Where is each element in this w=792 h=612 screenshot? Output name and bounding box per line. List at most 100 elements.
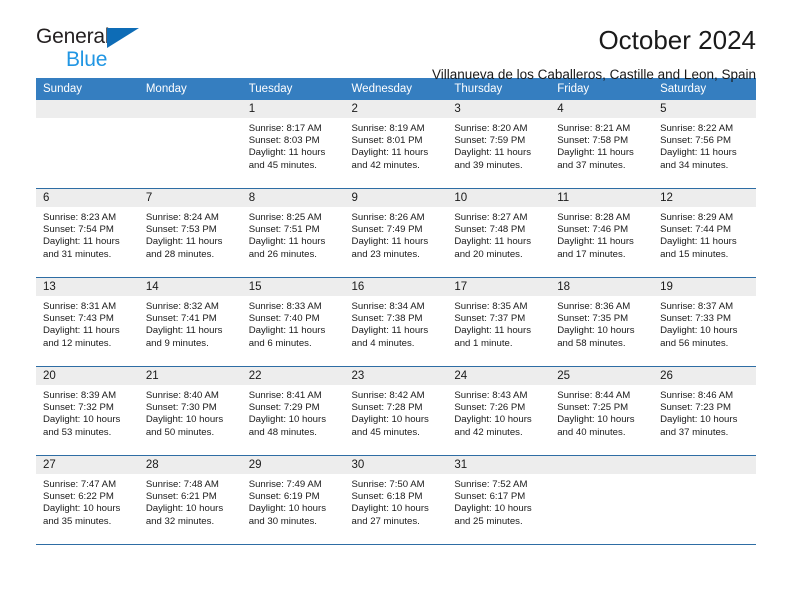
day-cell[interactable]: 12 Sunrise: 8:29 AM Sunset: 7:44 PM Dayligh… (653, 188, 756, 278)
sunrise-text: Sunrise: 8:44 AM (557, 390, 631, 401)
day-cell[interactable]: 13 Sunrise: 8:31 AM Sunset: 7:43 PM Dayligh… (36, 277, 139, 367)
sunrise-text: Sunrise: 8:28 AM (557, 212, 631, 223)
sunset-text: Sunset: 7:30 PM (145, 402, 217, 414)
sunset-text: Sunset: 7:46 PM (557, 224, 629, 236)
day-details: Sunrise: 8:28 AM Sunset: 7:46 PM Daylight:… (550, 207, 653, 261)
day-details: Sunrise: 8:22 AM Sunset: 7:56 PM Daylight:… (653, 118, 756, 172)
day-cell[interactable] (653, 455, 756, 545)
sunset-text: Sunset: 7:40 PM (248, 313, 320, 325)
day-number: 24 (447, 367, 551, 385)
day-number: 1 (241, 100, 345, 118)
sunrise-text: Sunrise: 8:37 AM (660, 301, 734, 312)
day-cell[interactable]: 10 Sunrise: 8:27 AM Sunset: 7:48 PM Dayligh… (447, 188, 551, 278)
day-details: Sunrise: 8:32 AM Sunset: 7:41 PM Daylight:… (139, 296, 242, 350)
day-cell[interactable]: 17 Sunrise: 8:35 AM Sunset: 7:37 PM Dayligh… (447, 277, 551, 367)
day-number: 18 (550, 278, 654, 296)
day-cell[interactable]: 16 Sunrise: 8:34 AM Sunset: 7:38 PM Dayligh… (344, 277, 448, 367)
day-cell[interactable]: 23 Sunrise: 8:42 AM Sunset: 7:28 PM Dayligh… (344, 366, 448, 456)
sunrise-text: Sunrise: 8:23 AM (43, 212, 117, 223)
calendar-week-row: 6 Sunrise: 8:23 AM Sunset: 7:54 PM Daylight… (36, 188, 756, 278)
day-number: 19 (653, 278, 756, 296)
day-number: 7 (138, 189, 242, 207)
day-details: Sunrise: 8:39 AM Sunset: 7:32 PM Daylight:… (36, 385, 139, 439)
day-cell[interactable]: 5 Sunrise: 8:22 AM Sunset: 7:56 PM Daylight… (653, 100, 756, 189)
sunset-text: Sunset: 7:38 PM (351, 313, 423, 325)
day-cell[interactable]: 22 Sunrise: 8:41 AM Sunset: 7:29 PM Dayligh… (241, 366, 345, 456)
daylight-text: Daylight: 11 hours and 31 minutes. (43, 236, 120, 260)
day-cell[interactable]: 15 Sunrise: 8:33 AM Sunset: 7:40 PM Dayligh… (241, 277, 345, 367)
day-cell[interactable]: 31 Sunrise: 7:52 AM Sunset: 6:17 PM Dayligh… (447, 455, 551, 545)
day-cell[interactable]: 2 Sunrise: 8:19 AM Sunset: 8:01 PM Daylight… (344, 100, 448, 189)
sunset-text: Sunset: 7:44 PM (660, 224, 731, 236)
day-cell[interactable]: 7 Sunrise: 8:24 AM Sunset: 7:53 PM Daylight… (138, 188, 242, 278)
day-cell[interactable]: 9 Sunrise: 8:26 AM Sunset: 7:49 PM Daylight… (344, 188, 448, 278)
day-cell[interactable]: 21 Sunrise: 8:40 AM Sunset: 7:30 PM Dayligh… (138, 366, 242, 456)
day-cell[interactable]: 26 Sunrise: 8:46 AM Sunset: 7:23 PM Dayligh… (653, 366, 756, 456)
sunrise-text: Sunrise: 7:52 AM (454, 479, 528, 490)
day-details (139, 118, 242, 123)
sunrise-text: Sunrise: 8:34 AM (351, 301, 425, 312)
daylight-text: Daylight: 11 hours and 15 minutes. (660, 236, 737, 260)
sunset-text: Sunset: 7:53 PM (145, 224, 217, 236)
day-cell[interactable]: 27 Sunrise: 7:47 AM Sunset: 6:22 PM Dayligh… (36, 455, 139, 545)
logo-text-general: General (36, 25, 110, 48)
sunset-text: Sunset: 6:18 PM (351, 491, 423, 503)
sunset-text: Sunset: 7:41 PM (145, 313, 217, 325)
day-cell[interactable]: 29 Sunrise: 7:49 AM Sunset: 6:19 PM Dayligh… (241, 455, 345, 545)
day-cell[interactable] (138, 100, 242, 189)
sunset-text: Sunset: 7:51 PM (248, 224, 320, 236)
daylight-text: Daylight: 11 hours and 6 minutes. (248, 325, 326, 349)
day-number: 8 (241, 189, 345, 207)
sunset-text: Sunset: 6:21 PM (145, 491, 217, 503)
day-details: Sunrise: 7:47 AM Sunset: 6:22 PM Daylight:… (36, 474, 139, 528)
day-cell[interactable]: 24 Sunrise: 8:43 AM Sunset: 7:26 PM Dayligh… (447, 366, 551, 456)
day-cell[interactable]: 14 Sunrise: 8:32 AM Sunset: 7:41 PM Dayligh… (138, 277, 242, 367)
day-number (138, 100, 242, 118)
day-details: Sunrise: 8:25 AM Sunset: 7:51 PM Daylight:… (242, 207, 345, 261)
general-blue-logo[interactable]: General Blue (36, 26, 216, 74)
day-number: 14 (138, 278, 242, 296)
day-details: Sunrise: 8:34 AM Sunset: 7:38 PM Daylight:… (345, 296, 448, 350)
daylight-text: Daylight: 10 hours and 58 minutes. (557, 325, 635, 349)
day-number: 25 (550, 367, 654, 385)
day-details: Sunrise: 8:20 AM Sunset: 7:59 PM Daylight:… (447, 118, 550, 172)
day-number: 20 (36, 367, 139, 385)
day-cell[interactable]: 6 Sunrise: 8:23 AM Sunset: 7:54 PM Daylight… (36, 188, 139, 278)
day-cell[interactable] (550, 455, 654, 545)
calendar-week-row: 13 Sunrise: 8:31 AM Sunset: 7:43 PM Dayligh… (36, 277, 756, 367)
daylight-text: Daylight: 10 hours and 25 minutes. (454, 503, 532, 527)
day-cell[interactable]: 19 Sunrise: 8:37 AM Sunset: 7:33 PM Dayligh… (653, 277, 756, 367)
day-cell[interactable]: 25 Sunrise: 8:44 AM Sunset: 7:25 PM Dayligh… (550, 366, 654, 456)
sunrise-text: Sunrise: 8:20 AM (454, 123, 528, 134)
daylight-text: Daylight: 11 hours and 39 minutes. (454, 147, 531, 171)
sunset-text: Sunset: 7:35 PM (557, 313, 629, 325)
day-details: Sunrise: 8:41 AM Sunset: 7:29 PM Daylight:… (242, 385, 345, 439)
daylight-text: Daylight: 10 hours and 42 minutes. (454, 414, 532, 438)
day-details: Sunrise: 8:33 AM Sunset: 7:40 PM Daylight:… (242, 296, 345, 350)
day-cell[interactable]: 4 Sunrise: 8:21 AM Sunset: 7:58 PM Daylight… (550, 100, 654, 189)
day-cell[interactable]: 20 Sunrise: 8:39 AM Sunset: 7:32 PM Dayligh… (36, 366, 139, 456)
daylight-text: Daylight: 11 hours and 20 minutes. (454, 236, 531, 260)
day-number: 26 (653, 367, 756, 385)
day-cell[interactable] (36, 100, 139, 189)
sunset-text: Sunset: 7:49 PM (351, 224, 423, 236)
day-cell[interactable]: 18 Sunrise: 8:36 AM Sunset: 7:35 PM Dayligh… (550, 277, 654, 367)
day-number: 31 (447, 456, 551, 474)
calendar-week-row: 27 Sunrise: 7:47 AM Sunset: 6:22 PM Dayligh… (36, 455, 756, 545)
day-cell[interactable]: 3 Sunrise: 8:20 AM Sunset: 7:59 PM Daylight… (447, 100, 551, 189)
daylight-text: Daylight: 11 hours and 23 minutes. (351, 236, 429, 260)
sunrise-text: Sunrise: 8:42 AM (351, 390, 425, 401)
sunset-text: Sunset: 7:32 PM (43, 402, 114, 414)
sunrise-text: Sunrise: 8:25 AM (248, 212, 322, 223)
day-cell[interactable]: 1 Sunrise: 8:17 AM Sunset: 8:03 PM Daylight… (241, 100, 345, 189)
daylight-text: Daylight: 11 hours and 26 minutes. (248, 236, 326, 260)
day-cell[interactable]: 8 Sunrise: 8:25 AM Sunset: 7:51 PM Daylight… (241, 188, 345, 278)
day-cell[interactable]: 30 Sunrise: 7:50 AM Sunset: 6:18 PM Dayligh… (344, 455, 448, 545)
sunrise-sunset-calendar: Sunday Monday Tuesday Wednesday Thursday… (36, 78, 756, 545)
day-cell[interactable]: 11 Sunrise: 8:28 AM Sunset: 7:46 PM Dayligh… (550, 188, 654, 278)
day-details: Sunrise: 8:43 AM Sunset: 7:26 PM Daylight:… (447, 385, 550, 439)
day-cell[interactable]: 28 Sunrise: 7:48 AM Sunset: 6:21 PM Dayligh… (138, 455, 242, 545)
day-number: 16 (344, 278, 448, 296)
sunset-text: Sunset: 7:29 PM (248, 402, 320, 414)
daylight-text: Daylight: 10 hours and 50 minutes. (145, 414, 224, 438)
